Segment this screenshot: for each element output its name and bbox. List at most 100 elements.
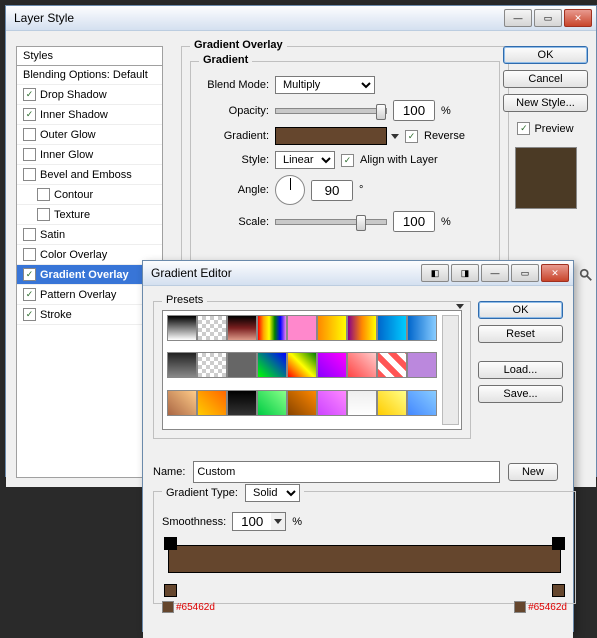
style-checkbox[interactable] bbox=[23, 268, 36, 281]
style-checkbox[interactable] bbox=[23, 148, 36, 161]
style-item-stroke[interactable]: Stroke bbox=[17, 305, 162, 325]
preset-swatch[interactable] bbox=[407, 352, 437, 378]
preset-swatch[interactable] bbox=[287, 315, 317, 341]
style-checkbox[interactable] bbox=[23, 228, 36, 241]
style-checkbox[interactable] bbox=[37, 208, 50, 221]
preset-swatch[interactable] bbox=[287, 390, 317, 416]
angle-dial[interactable] bbox=[275, 175, 305, 205]
preset-swatch[interactable] bbox=[197, 390, 227, 416]
scale-label: Scale: bbox=[199, 216, 269, 228]
style-item-inner-glow[interactable]: Inner Glow bbox=[17, 145, 162, 165]
opacity-input[interactable] bbox=[393, 100, 435, 121]
style-item-pattern-overlay[interactable]: Pattern Overlay bbox=[17, 285, 162, 305]
style-checkbox[interactable] bbox=[37, 188, 50, 201]
preset-swatch[interactable] bbox=[167, 315, 197, 341]
style-select[interactable]: Linear bbox=[275, 151, 335, 169]
ok-button[interactable]: OK bbox=[503, 46, 588, 64]
smoothness-input[interactable] bbox=[233, 513, 271, 530]
preset-swatch[interactable] bbox=[197, 315, 227, 341]
style-item-color-overlay[interactable]: Color Overlay bbox=[17, 245, 162, 265]
preset-swatch[interactable] bbox=[257, 390, 287, 416]
dock-left-icon[interactable]: ◧ bbox=[421, 264, 449, 282]
preset-swatch[interactable] bbox=[347, 315, 377, 341]
name-label: Name: bbox=[153, 466, 185, 478]
minimize-icon[interactable]: — bbox=[504, 9, 532, 27]
style-item-bevel-and-emboss[interactable]: Bevel and Emboss bbox=[17, 165, 162, 185]
ge-reset-button[interactable]: Reset bbox=[478, 325, 563, 343]
styles-header[interactable]: Styles bbox=[17, 47, 162, 66]
name-input[interactable] bbox=[193, 461, 500, 483]
opacity-label: Opacity: bbox=[199, 105, 269, 117]
gradient-editor-titlebar[interactable]: Gradient Editor ◧ ◨ — ▭ ✕ bbox=[143, 261, 573, 286]
reverse-checkbox[interactable] bbox=[405, 130, 418, 143]
presets-scrollbar[interactable] bbox=[442, 315, 459, 425]
opacity-stop-left[interactable] bbox=[164, 537, 177, 550]
preset-swatch[interactable] bbox=[227, 390, 257, 416]
color-stop-right[interactable] bbox=[552, 584, 565, 597]
scale-slider[interactable] bbox=[275, 219, 387, 225]
preset-swatch[interactable] bbox=[377, 390, 407, 416]
preset-swatch[interactable] bbox=[317, 315, 347, 341]
presets-menu-icon[interactable] bbox=[456, 304, 464, 309]
preset-swatch[interactable] bbox=[257, 352, 287, 378]
maximize-icon[interactable]: ▭ bbox=[534, 9, 562, 27]
preset-swatch[interactable] bbox=[377, 315, 407, 341]
maximize-icon[interactable]: ▭ bbox=[511, 264, 539, 282]
style-item-outer-glow[interactable]: Outer Glow bbox=[17, 125, 162, 145]
preset-swatch[interactable] bbox=[167, 390, 197, 416]
preset-swatch[interactable] bbox=[227, 315, 257, 341]
dock-right-icon[interactable]: ◨ bbox=[451, 264, 479, 282]
preset-swatch[interactable] bbox=[167, 352, 197, 378]
minimize-icon[interactable]: — bbox=[481, 264, 509, 282]
opacity-stop-right[interactable] bbox=[552, 537, 565, 550]
new-gradient-button[interactable]: New bbox=[508, 463, 558, 481]
ge-load-button[interactable]: Load... bbox=[478, 361, 563, 379]
scale-input[interactable] bbox=[393, 211, 435, 232]
preset-swatch[interactable] bbox=[377, 352, 407, 378]
preset-swatch[interactable] bbox=[197, 352, 227, 378]
style-checkbox[interactable] bbox=[23, 88, 36, 101]
gradient-dropdown-icon[interactable] bbox=[391, 134, 399, 139]
opacity-slider[interactable] bbox=[275, 108, 387, 114]
close-icon[interactable]: ✕ bbox=[541, 264, 569, 282]
ge-save-button[interactable]: Save... bbox=[478, 385, 563, 403]
close-icon[interactable]: ✕ bbox=[564, 9, 592, 27]
angle-input[interactable] bbox=[311, 180, 353, 201]
preview-checkbox[interactable] bbox=[517, 122, 530, 135]
gradient-overlay-legend: Gradient Overlay bbox=[190, 39, 287, 51]
style-item-gradient-overlay[interactable]: Gradient Overlay bbox=[17, 265, 162, 285]
color-stop-left[interactable] bbox=[164, 584, 177, 597]
ge-ok-button[interactable]: OK bbox=[478, 301, 563, 319]
style-checkbox[interactable] bbox=[23, 308, 36, 321]
preset-swatch[interactable] bbox=[257, 315, 287, 341]
gradient-swatch[interactable] bbox=[275, 127, 387, 145]
style-item-contour[interactable]: Contour bbox=[17, 185, 162, 205]
style-item-texture[interactable]: Texture bbox=[17, 205, 162, 225]
style-item-satin[interactable]: Satin bbox=[17, 225, 162, 245]
preset-swatch[interactable] bbox=[317, 352, 347, 378]
blend-mode-select[interactable]: Multiply bbox=[275, 76, 375, 94]
style-item-inner-shadow[interactable]: Inner Shadow bbox=[17, 105, 162, 125]
style-checkbox[interactable] bbox=[23, 248, 36, 261]
preset-swatch[interactable] bbox=[407, 315, 437, 341]
blending-options-item[interactable]: Blending Options: Default bbox=[17, 66, 162, 85]
gradient-bar[interactable]: #65462d #65462d bbox=[162, 545, 567, 595]
preset-swatch[interactable] bbox=[227, 352, 257, 378]
preset-swatch[interactable] bbox=[407, 390, 437, 416]
new-style-button[interactable]: New Style... bbox=[503, 94, 588, 112]
style-checkbox[interactable] bbox=[23, 128, 36, 141]
gradient-type-select[interactable]: Solid bbox=[245, 484, 300, 502]
presets-legend: Presets bbox=[162, 294, 207, 306]
style-checkbox[interactable] bbox=[23, 168, 36, 181]
preset-swatch[interactable] bbox=[287, 352, 317, 378]
layer-style-titlebar[interactable]: Layer Style — ▭ ✕ bbox=[6, 6, 596, 31]
preset-swatch[interactable] bbox=[347, 352, 377, 378]
style-checkbox[interactable] bbox=[23, 108, 36, 121]
smoothness-dropdown-icon[interactable] bbox=[274, 519, 282, 524]
style-item-drop-shadow[interactable]: Drop Shadow bbox=[17, 85, 162, 105]
preset-swatch[interactable] bbox=[317, 390, 347, 416]
cancel-button[interactable]: Cancel bbox=[503, 70, 588, 88]
style-checkbox[interactable] bbox=[23, 288, 36, 301]
preset-swatch[interactable] bbox=[347, 390, 377, 416]
align-checkbox[interactable] bbox=[341, 154, 354, 167]
